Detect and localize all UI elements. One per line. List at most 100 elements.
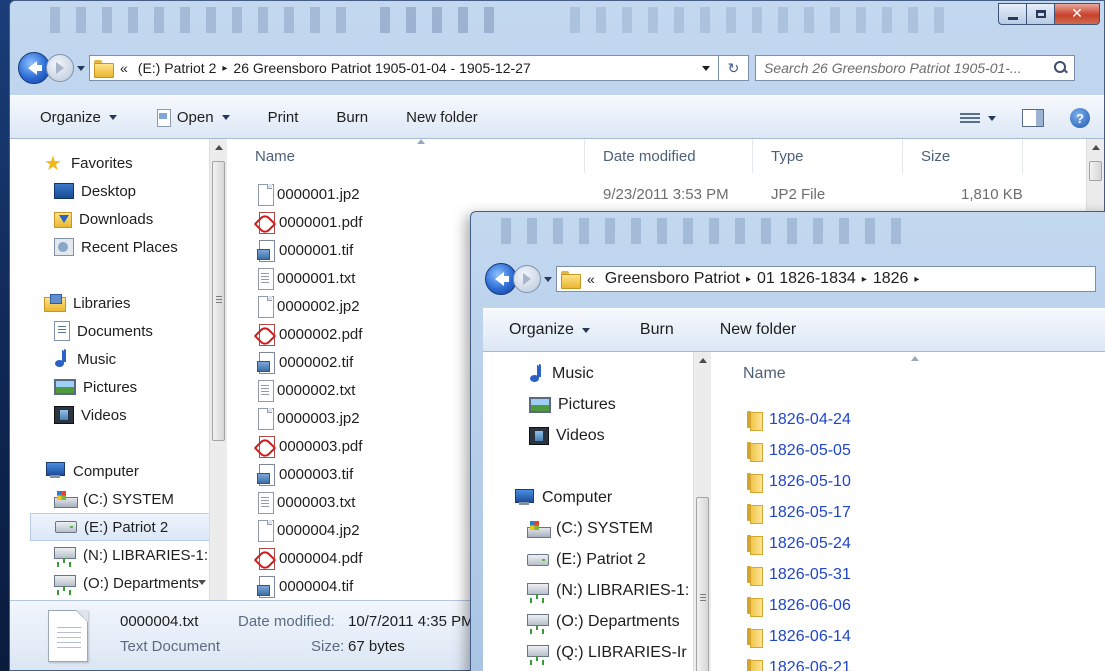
open-button[interactable]: Open	[155, 108, 230, 127]
search-icon[interactable]	[1054, 61, 1068, 75]
new-folder-button[interactable]: New folder	[720, 321, 796, 339]
star-icon: ★	[44, 151, 62, 175]
scroll-up-button[interactable]	[210, 139, 227, 156]
burn-label: Burn	[639, 321, 674, 338]
folder-icon	[743, 627, 763, 648]
help-icon[interactable]: ?	[1070, 108, 1090, 128]
nav-drive-n[interactable]: (N:) LIBRARIES-1:	[483, 577, 693, 605]
search-input[interactable]: Search 26 Greensboro Patriot 1905-01-...	[755, 55, 1075, 81]
breadcrumb-overflow[interactable]: «	[120, 60, 128, 76]
breadcrumb-folder[interactable]: 26 Greensboro Patriot 1905-01-04 - 1905-…	[233, 60, 530, 76]
column-header-date[interactable]: Date modified	[585, 139, 753, 173]
organize-button[interactable]: Organize	[40, 109, 117, 126]
nav-music[interactable]: Music	[483, 360, 693, 388]
nav-documents[interactable]: Documents	[10, 317, 210, 345]
close-button[interactable]: ✕	[1054, 3, 1100, 25]
column-header-name[interactable]: Name	[729, 352, 1105, 396]
nav-favorites[interactable]: ★ Favorites	[10, 149, 210, 177]
nav-drive-e[interactable]: (E:) Patriot 2	[30, 513, 210, 541]
organize-button[interactable]: Organize	[509, 321, 590, 339]
nav-computer[interactable]: Computer	[10, 457, 210, 485]
nav-drive-q[interactable]: (Q:) LIBRARIES-Ir	[483, 639, 693, 667]
file-name-cell: 0000002.tif	[257, 352, 353, 374]
nav-videos[interactable]: Videos	[483, 422, 693, 450]
nav-downloads[interactable]: Downloads	[10, 205, 210, 233]
breadcrumb-chevron-icon[interactable]: ▸	[914, 274, 919, 285]
nav-label: (N:) LIBRARIES-1:	[83, 546, 209, 564]
breadcrumb-1826[interactable]: 1826	[873, 270, 909, 288]
address-bar[interactable]: « (E:) Patriot 2 ▸ 26 Greensboro Patriot…	[89, 55, 719, 81]
scroll-up-button[interactable]	[1087, 139, 1104, 156]
scroll-thumb[interactable]	[696, 497, 709, 671]
breadcrumb-chevron-icon[interactable]: ▸	[222, 63, 227, 74]
column-header-name[interactable]: Name	[237, 139, 585, 173]
image-file-icon	[257, 352, 275, 374]
forward-button[interactable]	[46, 54, 74, 82]
title-blur	[50, 7, 350, 33]
folder-name: 1826-05-31	[769, 565, 851, 583]
breadcrumb-overflow[interactable]: «	[587, 271, 595, 287]
nav-scrollbar[interactable]	[209, 139, 227, 600]
breadcrumb-greensboro-patriot[interactable]: Greensboro Patriot	[605, 270, 740, 288]
folder-row[interactable]: 1826-06-06	[743, 590, 851, 621]
burn-button[interactable]: Burn	[640, 321, 674, 339]
maximize-button[interactable]	[1026, 3, 1054, 25]
folder-row[interactable]: 1826-05-17	[743, 497, 851, 528]
preview-pane-icon[interactable]	[1022, 109, 1044, 127]
nav-pictures[interactable]: Pictures	[483, 391, 693, 419]
folder-row[interactable]: 1826-06-14	[743, 621, 851, 652]
view-dropdown-icon[interactable]	[988, 115, 996, 121]
minimize-button[interactable]	[998, 3, 1026, 25]
scroll-thumb[interactable]	[1089, 161, 1102, 181]
address-bar[interactable]: « Greensboro Patriot ▸ 01 1826-1834 ▸ 18…	[556, 266, 1096, 292]
title-bar[interactable]: ✕	[10, 1, 1104, 39]
scroll-up-button[interactable]	[694, 352, 711, 369]
new-folder-button[interactable]: New folder	[406, 109, 478, 126]
print-button[interactable]: Print	[268, 109, 299, 126]
breadcrumb-chevron-icon[interactable]: ▸	[862, 274, 867, 285]
folder-icon	[94, 60, 114, 78]
breadcrumb-chevron-icon[interactable]: ▸	[746, 274, 751, 285]
nav-pictures[interactable]: Pictures	[10, 373, 210, 401]
nav-scrollbar[interactable]	[693, 352, 711, 671]
nav-drive-e[interactable]: (E:) Patriot 2	[483, 546, 693, 574]
breadcrumb-drive[interactable]: (E:) Patriot 2	[138, 60, 217, 76]
scroll-thumb[interactable]	[212, 161, 225, 441]
nav-drive-c[interactable]: (C:) SYSTEM	[10, 485, 210, 513]
nav-drive-o[interactable]: (O:) Departments	[483, 608, 693, 636]
folder-row[interactable]: 1826-05-10	[743, 466, 851, 497]
file-name-cell: 0000003.pdf	[257, 436, 362, 458]
nav-drive-c[interactable]: (C:) SYSTEM	[483, 515, 693, 543]
nav-desktop[interactable]: Desktop	[10, 177, 210, 205]
file-row[interactable]: 0000001.jp2 9/23/2011 3:53 PM JP2 File 1,81…	[237, 180, 1097, 208]
refresh-button[interactable]: ↻	[719, 55, 749, 81]
column-header-type[interactable]: Type	[753, 139, 903, 173]
recent-pages-dropdown[interactable]	[77, 65, 85, 71]
file-size: 1,810 KB	[961, 185, 1023, 203]
sort-ascending-icon	[911, 356, 919, 361]
chevron-down-icon	[581, 327, 590, 333]
column-header-size[interactable]: Size	[903, 139, 1023, 173]
nav-drive-o[interactable]: (O:) Departments	[10, 569, 210, 597]
address-dropdown-icon[interactable]	[702, 65, 710, 71]
file-type: JP2 File	[771, 185, 826, 203]
folder-row[interactable]: 1826-06-21	[743, 652, 851, 671]
forward-button[interactable]	[513, 265, 541, 293]
nav-music[interactable]: Music	[10, 345, 210, 373]
nav-recent-places[interactable]: Recent Places	[10, 233, 210, 261]
burn-button[interactable]: Burn	[336, 109, 368, 126]
breadcrumb-1826-1834[interactable]: 01 1826-1834	[757, 270, 856, 288]
nav-videos[interactable]: Videos	[10, 401, 210, 429]
recent-pages-dropdown[interactable]	[544, 276, 552, 282]
nav-drive-n[interactable]: (N:) LIBRARIES-1:	[10, 541, 210, 569]
title-bar[interactable]	[471, 212, 1105, 250]
folder-row[interactable]: 1826-05-31	[743, 559, 851, 590]
nav-libraries[interactable]: Libraries	[10, 289, 210, 317]
view-options-icon[interactable]	[960, 111, 980, 125]
search-placeholder: Search 26 Greensboro Patriot 1905-01-...	[764, 60, 1022, 76]
folder-row[interactable]: 1826-05-24	[743, 528, 851, 559]
nav-label: (Q:) LIBRARIES-Ir	[556, 644, 687, 661]
nav-computer[interactable]: Computer	[483, 484, 693, 512]
folder-row[interactable]: 1826-04-24	[743, 404, 851, 435]
folder-row[interactable]: 1826-05-05	[743, 435, 851, 466]
